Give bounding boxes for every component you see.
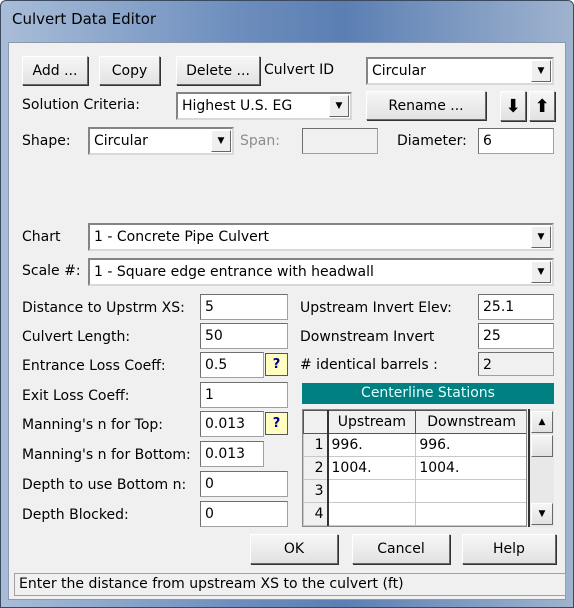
field-label: Manning's n for Bottom: [22, 447, 191, 463]
shape-label: Shape: [22, 133, 71, 149]
column-header: Upstream [326, 410, 417, 434]
field-label: Entrance Loss Coeff: [22, 358, 166, 374]
add-button[interactable]: Add ... [22, 56, 88, 85]
field-label: Culvert Length: [22, 329, 131, 345]
table-row: 2 1004. 1004. [303, 456, 526, 480]
dialog-body: Add ... Copy Delete ... Culvert ID Circu… [0, 0, 574, 608]
upstream-cell[interactable] [326, 502, 417, 526]
shape-select[interactable]: Circular ▼ [88, 127, 234, 155]
upstream-cell[interactable]: 996. [326, 433, 417, 457]
diameter-label: Diameter: [397, 133, 467, 149]
downstream-invert-label: Downstream Invert [300, 329, 435, 345]
shape-value: Circular [94, 133, 148, 149]
barrels-label: # identical barrels : [300, 357, 438, 373]
chevron-down-icon[interactable]: ▼ [211, 130, 231, 152]
column-header: Downstream [415, 410, 526, 434]
corner-cell [303, 410, 329, 434]
field-label: Depth to use Bottom n: [22, 477, 187, 493]
entrance-loss-input[interactable]: 0.5 [200, 352, 264, 378]
table-row: 1 996. 996. [303, 433, 526, 457]
solution-criteria-select[interactable]: Highest U.S. EG ▼ [176, 92, 352, 120]
stations-scrollbar[interactable]: ▲ ▼ [528, 409, 554, 527]
scroll-thumb[interactable] [531, 435, 553, 457]
row-number: 4 [303, 502, 329, 526]
exit-loss-input[interactable]: 1 [200, 382, 288, 408]
row-number: 2 [303, 456, 329, 480]
distance-upstream-input[interactable]: 5 [200, 294, 288, 320]
help-button[interactable]: Help [462, 534, 556, 564]
solution-criteria-label: Solution Criteria: [22, 97, 140, 113]
help-icon[interactable]: ? [265, 353, 288, 376]
cancel-button[interactable]: Cancel [352, 534, 450, 564]
downstream-cell[interactable] [415, 502, 526, 526]
copy-button[interactable]: Copy [99, 56, 160, 85]
help-icon[interactable]: ? [265, 412, 288, 435]
culvert-id-value: Circular [372, 63, 426, 79]
chevron-down-icon[interactable]: ▼ [531, 226, 551, 248]
downstream-cell[interactable]: 1004. [415, 456, 526, 480]
downstream-cell[interactable]: 996. [415, 433, 526, 457]
field-label: Exit Loss Coeff: [22, 388, 130, 404]
rename-button[interactable]: Rename ... [366, 91, 486, 120]
ok-button[interactable]: OK [250, 534, 338, 564]
field-label: Manning's n for Top: [22, 417, 164, 433]
delete-button[interactable]: Delete ... [176, 56, 260, 85]
manning-top-input[interactable]: 0.013 [200, 411, 264, 437]
row-number: 1 [303, 433, 329, 457]
scale-select[interactable]: 1 - Square edge entrance with headwall ▼ [88, 258, 554, 286]
downstream-cell[interactable] [415, 479, 526, 503]
depth-bottom-n-input[interactable]: 0 [200, 471, 288, 497]
depth-blocked-input[interactable]: 0 [200, 501, 288, 527]
scroll-up-icon[interactable]: ▲ [531, 411, 553, 433]
stations-grid[interactable]: Upstream Downstream 1 996. 996. 2 1004. 1004.… [302, 409, 527, 527]
scroll-down-icon[interactable]: ▼ [531, 503, 553, 525]
solution-criteria-value: Highest U.S. EG [182, 98, 293, 114]
arrow-down-icon[interactable]: ⬇ [500, 91, 526, 121]
manning-bottom-input[interactable]: 0.013 [200, 441, 264, 467]
diameter-input[interactable]: 6 [478, 128, 554, 154]
chart-value: 1 - Concrete Pipe Culvert [94, 229, 270, 245]
arrow-up-icon[interactable]: ⬆ [529, 91, 555, 121]
upstream-cell[interactable] [326, 479, 417, 503]
centerline-stations-header: Centerline Stations [302, 383, 554, 404]
scale-label: Scale #: [22, 263, 81, 279]
upstream-invert-label: Upstream Invert Elev: [300, 300, 452, 316]
chevron-down-icon[interactable]: ▼ [531, 261, 551, 283]
upstream-cell[interactable]: 1004. [326, 456, 417, 480]
scale-value: 1 - Square edge entrance with headwall [94, 264, 374, 280]
field-label: Distance to Upstrm XS: [22, 300, 185, 316]
barrels-input: 2 [478, 352, 554, 376]
span-input [302, 128, 378, 154]
row-number: 3 [303, 479, 329, 503]
table-row: 3 [303, 479, 526, 503]
field-label: Depth Blocked: [22, 507, 129, 523]
chevron-down-icon[interactable]: ▼ [329, 95, 349, 117]
chart-select[interactable]: 1 - Concrete Pipe Culvert ▼ [88, 223, 554, 251]
chevron-down-icon[interactable]: ▼ [531, 60, 551, 82]
culvert-length-input[interactable]: 50 [200, 323, 288, 349]
status-bar: Enter the distance from upstream XS to t… [14, 573, 566, 596]
span-label: Span: [240, 133, 280, 149]
chart-label: Chart [22, 229, 61, 245]
downstream-invert-input[interactable]: 25 [478, 323, 554, 349]
upstream-invert-input[interactable]: 25.1 [478, 294, 554, 320]
table-row: 4 [303, 502, 526, 526]
culvert-id-select[interactable]: Circular ▼ [366, 57, 554, 85]
culvert-id-label: Culvert ID [264, 62, 335, 78]
